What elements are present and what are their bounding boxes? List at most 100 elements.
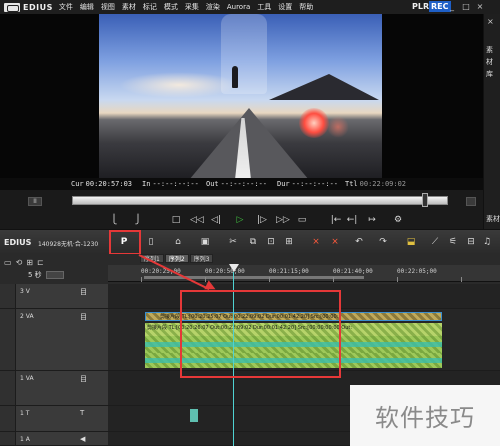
add-transition-icon[interactable]: ⬓ bbox=[404, 236, 418, 248]
timescale-label[interactable]: 5 秒 bbox=[28, 270, 42, 280]
menu-edit[interactable]: 编辑 bbox=[80, 2, 94, 12]
voiceover-icon[interactable]: ♫ bbox=[480, 236, 494, 248]
play-icon[interactable]: ▷ bbox=[234, 215, 246, 226]
stop-icon[interactable]: □ bbox=[170, 215, 182, 226]
rewind-icon[interactable]: ◁◁ bbox=[190, 215, 204, 226]
scrub-right-button[interactable] bbox=[466, 197, 476, 206]
edius-logo-icon bbox=[4, 2, 20, 12]
menu-clip[interactable]: 素材 bbox=[122, 2, 136, 12]
options-icon[interactable]: ⚙ bbox=[392, 215, 404, 226]
mountain-shape bbox=[269, 74, 379, 100]
player-mode-button[interactable]: PLR bbox=[412, 2, 429, 11]
delete-icon[interactable]: ⨯ bbox=[309, 236, 323, 248]
timecode-row: Cur 00:20:57:03 In --:--:--:-- Out --:--:--… bbox=[0, 178, 483, 190]
ruler-mark bbox=[333, 277, 334, 282]
replace-clip-icon[interactable]: ⊞ bbox=[282, 236, 296, 248]
open-project-icon[interactable]: ⌂ bbox=[171, 236, 185, 248]
ruler-mark bbox=[269, 277, 270, 282]
project-name: 140928无机·合-1230 bbox=[38, 241, 99, 248]
track-header-1t[interactable]: 1 T T bbox=[0, 406, 108, 432]
video-track-icon[interactable]: 目 bbox=[80, 374, 87, 384]
bin-tab-label[interactable]: 素材 bbox=[486, 214, 500, 224]
playhead-marker[interactable] bbox=[229, 264, 239, 272]
new-sequence-icon[interactable]: ▯ bbox=[144, 236, 158, 248]
maximize-button[interactable]: □ bbox=[461, 2, 471, 12]
set-out-icon[interactable]: ⎭ bbox=[132, 215, 144, 226]
track-header-1va[interactable]: 1 VA 目 bbox=[0, 371, 108, 406]
close-button[interactable]: × bbox=[475, 2, 485, 12]
timescale-slider[interactable] bbox=[45, 270, 64, 279]
ruler-mark bbox=[205, 277, 206, 282]
track-header-2va[interactable]: 2 VA 目 bbox=[0, 309, 108, 371]
app-logo: EDIUS bbox=[4, 2, 53, 12]
sync-lock-icon[interactable]: ⊞ bbox=[26, 258, 33, 267]
insert-icon[interactable]: |← bbox=[330, 215, 342, 226]
position-bar-button[interactable]: II bbox=[28, 197, 42, 206]
timescale-control: 5 秒 bbox=[0, 267, 108, 282]
track-header-3v[interactable]: 3 V 目 bbox=[0, 284, 108, 309]
track-name: 1 A bbox=[20, 436, 30, 443]
step-forward-icon[interactable]: |▷ bbox=[256, 215, 268, 226]
monitor-output-icon[interactable]: ▭ bbox=[296, 215, 308, 226]
watermark: 软件技巧 bbox=[350, 385, 500, 446]
audio-mixer-icon[interactable]: ⚟ bbox=[446, 236, 460, 248]
video-track-icon[interactable]: 目 bbox=[80, 312, 87, 322]
insert-mode-icon[interactable]: ▭ bbox=[4, 258, 12, 267]
redo-icon[interactable]: ↷ bbox=[376, 236, 390, 248]
position-slider[interactable] bbox=[72, 196, 448, 205]
ruler-mark bbox=[141, 277, 142, 282]
track-header-1a[interactable]: 1 A ◀ bbox=[0, 432, 108, 446]
transport-controls: ⎩ ⎭ □ ◁◁ ◁| ▷ |▷ ▷▷ ▭ |← ←| ↦ ⚙ bbox=[0, 212, 483, 229]
menu-aurora[interactable]: Aurora bbox=[227, 3, 250, 11]
render-icon[interactable]: ⟋ bbox=[428, 236, 442, 248]
ruler-tick: 00:21:15;00 bbox=[269, 268, 309, 275]
undo-icon[interactable]: ↶ bbox=[352, 236, 366, 248]
menu-marker[interactable]: 标记 bbox=[143, 2, 157, 12]
set-in-icon[interactable]: ⎩ bbox=[108, 215, 120, 226]
menu-file[interactable]: 文件 bbox=[59, 2, 73, 12]
fast-forward-icon[interactable]: ▷▷ bbox=[276, 215, 290, 226]
link-icon[interactable]: ⊏ bbox=[37, 258, 44, 267]
scrub-area: II bbox=[0, 190, 483, 212]
tab-sequence-2[interactable]: 序列2 bbox=[164, 254, 189, 263]
track-name: 1 VA bbox=[20, 375, 34, 382]
minimize-button[interactable]: _ bbox=[447, 2, 457, 12]
close-icon[interactable]: × bbox=[487, 17, 494, 26]
slider-knob[interactable] bbox=[422, 193, 429, 207]
track-name: 3 V bbox=[20, 288, 30, 295]
title-clip[interactable] bbox=[190, 409, 198, 422]
title-track-icon[interactable]: T bbox=[80, 409, 84, 417]
paste-icon[interactable]: ⊡ bbox=[264, 236, 278, 248]
menu-render[interactable]: 渲染 bbox=[206, 2, 220, 12]
timeline-header: ▭ ⟲ ⊞ ⊏ 序列1 序列2 序列3 5 秒 00:20:25;00 00:2… bbox=[0, 254, 500, 284]
ruler-mark bbox=[461, 277, 462, 282]
menu-tools[interactable]: 工具 bbox=[257, 2, 271, 12]
tab-sequence-3[interactable]: 序列3 bbox=[189, 254, 214, 263]
replace-icon[interactable]: ↦ bbox=[366, 215, 378, 226]
ripple-delete-icon[interactable]: ⨯ bbox=[328, 236, 342, 248]
overwrite-icon[interactable]: ←| bbox=[346, 215, 358, 226]
track-side bbox=[0, 284, 16, 308]
menu-mode[interactable]: 模式 bbox=[164, 2, 178, 12]
video-track-icon[interactable]: 目 bbox=[80, 287, 87, 297]
audio-track-icon[interactable]: ◀ bbox=[80, 435, 85, 443]
lens-flare bbox=[299, 108, 329, 138]
track-side bbox=[0, 406, 16, 431]
copy-icon[interactable]: ⧉ bbox=[246, 236, 260, 248]
step-back-icon[interactable]: ◁| bbox=[210, 215, 222, 226]
track-side bbox=[0, 371, 16, 405]
timecode-dur: Dur --:--:--:-- bbox=[277, 180, 339, 188]
ripple-mode-icon[interactable]: ⟲ bbox=[16, 258, 23, 267]
menu-help[interactable]: 帮助 bbox=[299, 2, 313, 12]
record-icon[interactable]: ⊟ bbox=[464, 236, 478, 248]
save-icon[interactable]: ▣ bbox=[198, 236, 212, 248]
toolbar-app-name: EDIUS bbox=[4, 238, 32, 247]
cut-icon[interactable]: ✂ bbox=[226, 236, 240, 248]
app-name: EDIUS bbox=[23, 2, 53, 12]
menu-settings[interactable]: 设置 bbox=[278, 2, 292, 12]
timeline-toolbar: EDIUS 140928无机·合-1230 P ▯ ⌂ ▣ ✂ ⧉ ⊡ ⊞ ⨯ … bbox=[0, 229, 500, 254]
menu-view[interactable]: 视图 bbox=[101, 2, 115, 12]
ruler-mark bbox=[397, 277, 398, 282]
timeline-mode-icons: ▭ ⟲ ⊞ ⊏ bbox=[4, 258, 44, 267]
menu-capture[interactable]: 采集 bbox=[185, 2, 199, 12]
